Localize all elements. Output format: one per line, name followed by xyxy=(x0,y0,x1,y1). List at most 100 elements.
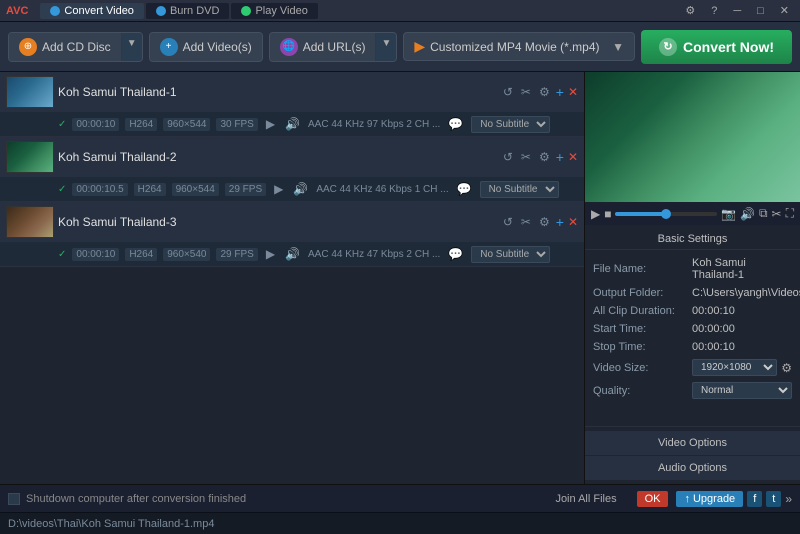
subtitle-select-3[interactable]: No Subtitle xyxy=(471,246,550,263)
add-video-button[interactable]: + Add Video(s) xyxy=(150,33,262,61)
forward-button[interactable]: » xyxy=(785,492,792,506)
cut-icon-1[interactable]: ✂ xyxy=(519,83,533,101)
audio-info-1: AAC 44 KHz 97 Kbps 2 CH ... xyxy=(308,119,440,130)
twitter-button[interactable]: t xyxy=(766,491,781,507)
subtitle-select-2[interactable]: No Subtitle xyxy=(480,181,559,198)
setting-filename: File Name: Koh Samui Thailand-1 xyxy=(585,254,800,284)
add-cd-button[interactable]: ⊕ Add CD Disc xyxy=(9,33,121,61)
cut-icon-2[interactable]: ✂ xyxy=(519,148,533,166)
status-left: Shutdown computer after conversion finis… xyxy=(8,491,668,507)
video-header-1: Koh Samui Thailand-1 ↺ ✂ ⚙ + ✕ xyxy=(0,72,584,112)
format-dropdown-icon: ▼ xyxy=(612,40,624,54)
play-pause-button[interactable]: ▶ xyxy=(591,207,600,221)
duration-2: 00:00:10.5 xyxy=(72,183,127,196)
crop-icon[interactable]: ✂ xyxy=(772,207,782,221)
add-cd-group: ⊕ Add CD Disc ▼ xyxy=(8,32,143,62)
audio-options-button[interactable]: Audio Options xyxy=(585,456,800,480)
video-title-2[interactable]: Koh Samui Thailand-2 xyxy=(58,150,497,164)
video-title-1[interactable]: Koh Samui Thailand-1 xyxy=(58,85,497,99)
add-url-button[interactable]: 🌐 Add URL(s) xyxy=(270,33,376,61)
video-size-select[interactable]: 1920×1080 xyxy=(692,359,777,376)
add-icon-3[interactable]: + xyxy=(556,214,564,230)
format-selector[interactable]: ▶ Customized MP4 Movie (*.mp4) ▼ xyxy=(403,32,635,61)
video-thumb-2 xyxy=(6,141,54,173)
codec-1: H264 xyxy=(125,118,157,131)
minimize-btn[interactable]: ─ xyxy=(728,5,746,17)
url-icon: 🌐 xyxy=(280,38,298,56)
tab-burn-dvd[interactable]: Burn DVD xyxy=(146,3,230,19)
fps-2: 29 FPS xyxy=(225,183,266,196)
app-logo: AVC xyxy=(6,5,28,17)
volume-icon[interactable]: 🔊 xyxy=(740,207,755,221)
help-btn[interactable]: ? xyxy=(706,5,722,17)
settings-icon-3[interactable]: ⚙ xyxy=(537,213,552,231)
video-options-button[interactable]: Video Options xyxy=(585,431,800,455)
sync-icon-1[interactable]: ↺ xyxy=(501,83,515,101)
remove-icon-3[interactable]: ✕ xyxy=(568,215,578,229)
video-item-1: Koh Samui Thailand-1 ↺ ✂ ⚙ + ✕ ✓ 00:00:1… xyxy=(0,72,584,137)
preview-image xyxy=(585,72,800,202)
upgrade-button[interactable]: ↑ Upgrade xyxy=(676,491,743,507)
audio-icon-2[interactable]: ▶ xyxy=(272,180,285,198)
video-item-3: Koh Samui Thailand-3 ↺ ✂ ⚙ + ✕ ✓ 00:00:1… xyxy=(0,202,584,267)
add-icon-1[interactable]: + xyxy=(556,84,564,100)
settings-btn[interactable]: ⚙ xyxy=(680,4,700,17)
cut-icon-3[interactable]: ✂ xyxy=(519,213,533,231)
sync-icon-3[interactable]: ↺ xyxy=(501,213,515,231)
quality-select[interactable]: Normal xyxy=(692,382,792,399)
ok-button[interactable]: OK xyxy=(637,491,669,507)
remove-icon-1[interactable]: ✕ xyxy=(568,85,578,99)
filename-value: Koh Samui Thailand-1 xyxy=(692,257,792,281)
output-label: Output Folder: xyxy=(593,287,688,299)
remove-icon-2[interactable]: ✕ xyxy=(568,150,578,164)
tab-convert-video[interactable]: Convert Video xyxy=(40,3,144,19)
subtitle-icon-2[interactable]: 💬 xyxy=(455,180,474,198)
fullscreen-icon[interactable]: ⛶ xyxy=(786,206,794,221)
video-title-3[interactable]: Koh Samui Thailand-3 xyxy=(58,215,497,229)
add-cd-dropdown[interactable]: ▼ xyxy=(121,33,142,61)
audio-icon-1[interactable]: ▶ xyxy=(264,115,277,133)
filepath-bar: D:\videos\Thai\Koh Samui Thailand-1.mp4 xyxy=(0,512,800,534)
subtitle-select-1[interactable]: No Subtitle xyxy=(471,116,550,133)
progress-fill xyxy=(615,212,666,216)
shutdown-label: Shutdown computer after conversion finis… xyxy=(26,493,246,505)
vol-icon-1[interactable]: 🔊 xyxy=(283,115,302,133)
preview-controls: ▶ ■ 📷 🔊 ⧉ ✂ ⛶ xyxy=(585,202,800,225)
close-btn[interactable]: ✕ xyxy=(775,4,794,17)
stop-button[interactable]: ■ xyxy=(604,207,611,221)
duration-1: 00:00:10 xyxy=(72,118,119,131)
burn-icon xyxy=(156,6,166,16)
video-header-3: Koh Samui Thailand-3 ↺ ✂ ⚙ + ✕ xyxy=(0,202,584,242)
resolution-3: 960×540 xyxy=(163,248,210,261)
audio-info-3: AAC 44 KHz 47 Kbps 2 CH ... xyxy=(308,249,440,260)
add-url-dropdown[interactable]: ▼ xyxy=(375,33,396,61)
audio-icon-3[interactable]: ▶ xyxy=(264,245,277,263)
settings-icon-1[interactable]: ⚙ xyxy=(537,83,552,101)
settings-panel: Basic Settings File Name: Koh Samui Thai… xyxy=(585,225,800,426)
shutdown-checkbox[interactable] xyxy=(8,493,20,505)
tab-play-video[interactable]: Play Video xyxy=(231,3,317,19)
convert-now-button[interactable]: ↻ Convert Now! xyxy=(641,30,792,64)
maximize-btn[interactable]: □ xyxy=(752,5,769,17)
filename-label: File Name: xyxy=(593,263,688,275)
upgrade-label: Upgrade xyxy=(693,493,735,505)
preview-progress-bar[interactable] xyxy=(615,212,717,216)
add-icon-2[interactable]: + xyxy=(556,149,564,165)
vol-icon-3[interactable]: 🔊 xyxy=(283,245,302,263)
subtitle-icon-3[interactable]: 💬 xyxy=(446,245,465,263)
copy-icon[interactable]: ⧉ xyxy=(759,206,768,221)
camera-icon[interactable]: 📷 xyxy=(721,207,736,221)
join-files-button[interactable]: Join All Files xyxy=(555,493,616,505)
facebook-button[interactable]: f xyxy=(747,491,762,507)
video-details-1: ✓ 00:00:10 H264 960×544 30 FPS ▶ 🔊 AAC 4… xyxy=(0,112,584,136)
vol-icon-2[interactable]: 🔊 xyxy=(291,180,310,198)
main-content: Koh Samui Thailand-1 ↺ ✂ ⚙ + ✕ ✓ 00:00:1… xyxy=(0,72,800,484)
video-size-gear[interactable]: ⚙ xyxy=(781,361,792,375)
output-value: C:\Users\yangh\Videos... xyxy=(692,287,800,299)
settings-icon-2[interactable]: ⚙ xyxy=(537,148,552,166)
sync-icon-2[interactable]: ↺ xyxy=(501,148,515,166)
convert-btn-label: Convert Now! xyxy=(683,39,774,55)
clip-duration-label: All Clip Duration: xyxy=(593,305,688,317)
fps-1: 30 FPS xyxy=(216,118,257,131)
subtitle-icon-1[interactable]: 💬 xyxy=(446,115,465,133)
